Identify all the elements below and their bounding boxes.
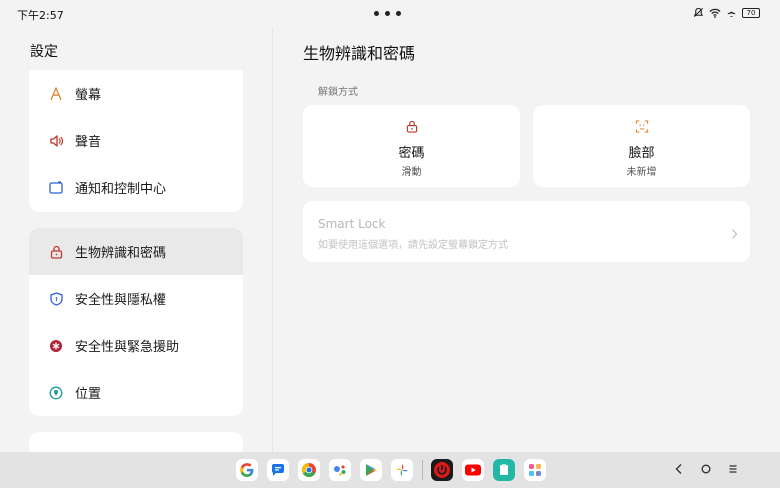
back-icon[interactable] (674, 463, 684, 475)
smart-lock-title: Smart Lock (318, 217, 386, 231)
battery-icon: 70 (742, 7, 760, 18)
menu-icon[interactable] (728, 463, 738, 475)
status-bar: 下午2:57 70 (0, 0, 780, 28)
location-icon (48, 385, 64, 401)
google-icon[interactable] (236, 459, 258, 481)
card-subtitle: 滑動 (401, 167, 422, 178)
sidebar-item-notifications[interactable]: 通知和控制中心 (29, 164, 243, 211)
card-title: 密碼 (398, 146, 425, 161)
chevron-right-icon (731, 225, 738, 244)
sidebar-item-label: 安全性與隱私權 (75, 293, 167, 308)
card-subtitle: 未新增 (626, 167, 657, 178)
sidebar-item-sound[interactable]: 聲音 (29, 117, 243, 164)
youtube-icon[interactable] (462, 459, 484, 481)
shield-icon (48, 291, 64, 307)
smart-lock-row[interactable]: Smart Lock 如要使用這個選項，請先設定螢幕鎖定方式 (303, 201, 750, 262)
messages-icon[interactable] (267, 459, 289, 481)
status-time: 下午2:57 (17, 9, 64, 22)
sidebar-item-label: 位置 (75, 387, 102, 402)
sidebar-item-display[interactable]: 螢幕 (29, 70, 243, 117)
app-drawer-icon[interactable] (524, 459, 546, 481)
display-icon (48, 86, 64, 102)
face-scan-icon (635, 118, 648, 137)
mute-icon (693, 7, 704, 18)
sidebar-item-biometrics[interactable]: 生物辨識和密碼 (29, 228, 243, 275)
home-icon[interactable] (700, 463, 712, 475)
page-title: 生物辨識和密碼 (303, 44, 416, 63)
settings-group: 生物辨識和密碼 安全性與隱私權 安全性與緊急援助 位置 (29, 228, 243, 416)
emergency-icon (48, 338, 64, 354)
speaker-icon (48, 133, 64, 149)
smart-lock-subtitle: 如要使用這個選項，請先設定螢幕鎖定方式 (318, 240, 508, 251)
lock-icon (48, 244, 64, 260)
sidebar-item-label: 通知和控制中心 (75, 182, 167, 197)
taskbar (0, 452, 780, 488)
play-store-icon[interactable] (360, 459, 382, 481)
sidebar-title: 設定 (30, 44, 58, 60)
multitask-dots-icon[interactable] (374, 11, 401, 16)
sidebar-item-emergency[interactable]: 安全性與緊急援助 (29, 322, 243, 369)
power-app-icon[interactable] (431, 459, 453, 481)
sidebar-item-label: 安全性與緊急援助 (75, 340, 180, 355)
sidebar-item-label: 聲音 (75, 135, 102, 150)
sidebar-item-label: 螢幕 (75, 88, 102, 103)
lock-icon (406, 118, 418, 137)
panel-divider (272, 28, 273, 452)
sidebar-item-security-privacy[interactable]: 安全性與隱私權 (29, 275, 243, 322)
assistant-icon[interactable] (329, 459, 351, 481)
sidebar-item-location[interactable]: 位置 (29, 369, 243, 416)
airplane-icon (727, 7, 736, 18)
settings-sidebar: 設定 螢幕 聲音 通知和控制中心 生物辨識和密碼 安全性與隱私權 安全性與緊急援… (0, 28, 272, 472)
taskbar-apps (236, 459, 555, 481)
files-icon[interactable] (493, 459, 515, 481)
face-card[interactable]: 臉部 未新增 (533, 105, 750, 187)
wifi-icon (709, 8, 721, 18)
status-icons: 70 (693, 7, 760, 18)
taskbar-separator (422, 460, 423, 480)
card-title: 臉部 (628, 146, 655, 161)
section-label: 解鎖方式 (318, 87, 358, 98)
settings-group: 螢幕 聲音 通知和控制中心 (29, 70, 243, 212)
password-card[interactable]: 密碼 滑動 (303, 105, 520, 187)
chrome-icon[interactable] (298, 459, 320, 481)
sidebar-item-label: 生物辨識和密碼 (75, 246, 167, 261)
photos-icon[interactable] (391, 459, 413, 481)
notification-icon (48, 180, 64, 196)
